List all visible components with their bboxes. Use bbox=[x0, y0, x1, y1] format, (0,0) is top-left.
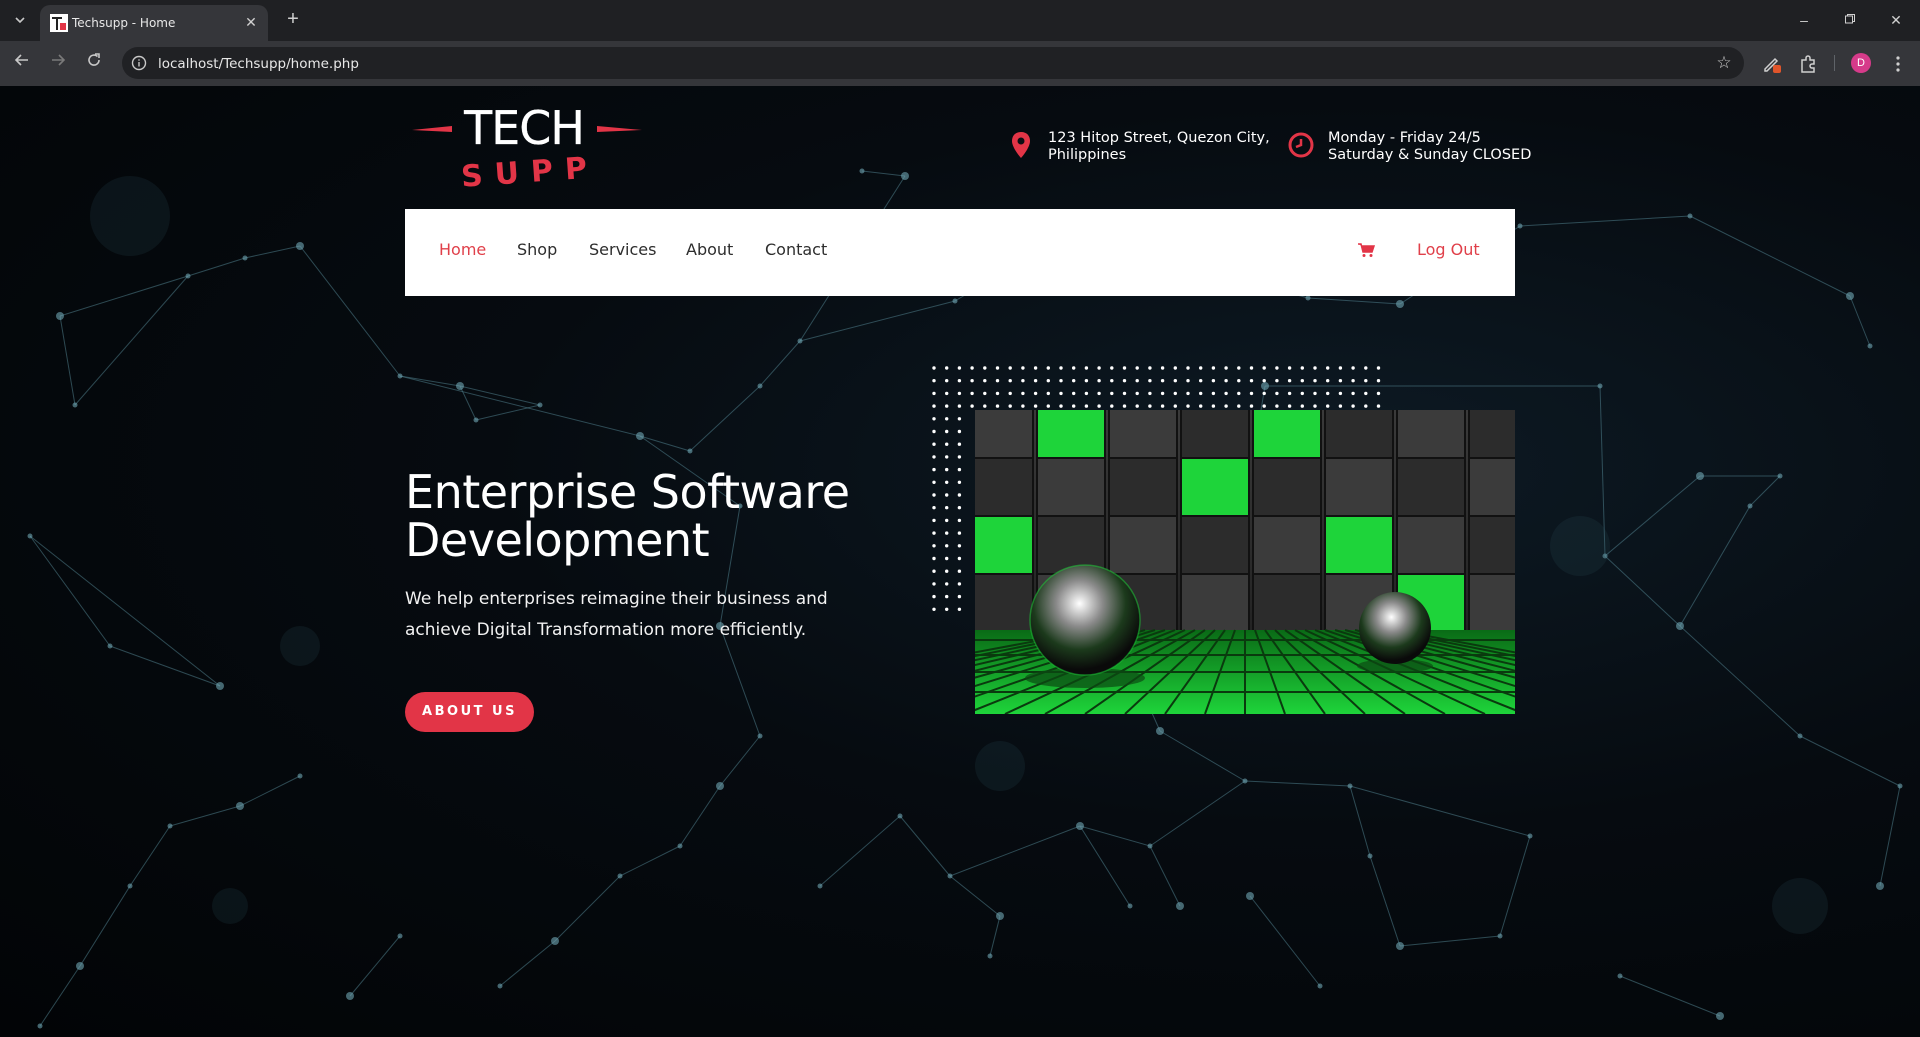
tab-list-icon[interactable] bbox=[8, 8, 32, 32]
clock-icon bbox=[1288, 132, 1314, 158]
address-line1: 123 Hitop Street, Quezon City, bbox=[1048, 130, 1270, 146]
forward-icon[interactable] bbox=[46, 52, 70, 76]
page: TECH SUPP 123 Hitop Street, Quezon City,… bbox=[0, 86, 1920, 1037]
cart-icon[interactable] bbox=[1357, 242, 1375, 258]
nav-item-about[interactable]: About bbox=[686, 240, 733, 259]
tab-title: Techsupp - Home bbox=[72, 16, 176, 30]
address-block: 123 Hitop Street, Quezon City, Philippin… bbox=[1008, 130, 1270, 164]
main-navbar: Home Shop Services About Contact Log Out bbox=[405, 209, 1515, 296]
hero-title: Enterprise Software Development bbox=[405, 465, 850, 567]
hours-line2: Saturday & Sunday CLOSED bbox=[1328, 147, 1532, 163]
bookmark-star-icon[interactable]: ☆ bbox=[1714, 53, 1734, 73]
site-info-icon[interactable] bbox=[130, 54, 148, 72]
extensions-puzzle-icon[interactable] bbox=[1796, 52, 1820, 76]
hero-image-green-cubes bbox=[975, 410, 1515, 714]
browser-toolbar: localhost/Techsupp/home.php ☆ bbox=[0, 41, 1920, 86]
back-icon[interactable] bbox=[10, 52, 34, 76]
hero-description: We help enterprises reimagine their busi… bbox=[405, 589, 828, 640]
browser-tab-bar: Techsupp - Home ✕ + – ✕ bbox=[0, 0, 1920, 41]
nav-item-contact[interactable]: Contact bbox=[765, 240, 827, 259]
about-us-button[interactable]: ABOUT US bbox=[405, 692, 534, 732]
toolbar-separator bbox=[1834, 55, 1835, 71]
reload-icon[interactable] bbox=[82, 52, 106, 76]
restore-icon[interactable] bbox=[1838, 8, 1862, 32]
hours-line1: Monday - Friday 24/5 bbox=[1328, 130, 1481, 146]
logout-link[interactable]: Log Out bbox=[1417, 240, 1480, 259]
close-window-icon[interactable]: ✕ bbox=[1884, 8, 1908, 32]
more-menu-icon[interactable] bbox=[1886, 52, 1910, 76]
browser-tab[interactable]: Techsupp - Home ✕ bbox=[40, 5, 268, 41]
profile-avatar[interactable]: D bbox=[1851, 53, 1871, 73]
hours-block: Monday - Friday 24/5 Saturday & Sunday C… bbox=[1288, 130, 1531, 164]
new-tab-icon[interactable]: + bbox=[282, 9, 304, 31]
techsupp-logo[interactable]: TECH SUPP bbox=[412, 102, 642, 190]
location-pin-icon bbox=[1012, 132, 1030, 158]
minimize-icon[interactable]: – bbox=[1792, 8, 1816, 32]
url-text: localhost/Techsupp/home.php bbox=[158, 56, 359, 72]
nav-item-services[interactable]: Services bbox=[589, 240, 656, 259]
techsupp-favicon-icon bbox=[50, 14, 68, 32]
logo-supp-text: SUPP bbox=[460, 150, 600, 190]
nav-item-shop[interactable]: Shop bbox=[517, 240, 557, 259]
extension-edit-icon[interactable] bbox=[1760, 52, 1784, 76]
logo-tech-text: TECH bbox=[463, 102, 584, 155]
address-bar[interactable]: localhost/Techsupp/home.php ☆ bbox=[122, 47, 1744, 79]
nav-item-home[interactable]: Home bbox=[439, 240, 486, 259]
address-line2: Philippines bbox=[1048, 147, 1127, 163]
close-icon[interactable]: ✕ bbox=[242, 13, 260, 31]
